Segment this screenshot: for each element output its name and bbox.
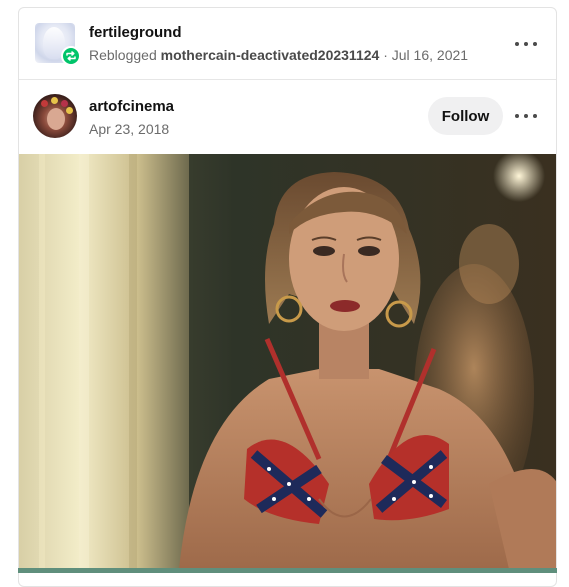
author-username[interactable]: artofcinema	[89, 98, 174, 115]
reblog-meta: Reblogged mothercain-deactivated20231124…	[89, 47, 468, 63]
author-avatar[interactable]	[33, 94, 77, 138]
reblog-icon	[61, 46, 81, 66]
more-options-icon[interactable]	[515, 112, 537, 120]
meta-separator: ·	[383, 47, 388, 63]
post-header: artofcinema Apr 23, 2018 Follow	[19, 80, 556, 154]
reblog-header: fertileground Reblogged mothercain-deact…	[19, 8, 556, 80]
reblog-date[interactable]: Jul 16, 2021	[392, 47, 468, 63]
reblogged-prefix: Reblogged	[89, 47, 157, 63]
reblogged-from-link[interactable]: mothercain-deactivated20231124	[161, 47, 380, 63]
reblogger-username[interactable]: fertileground	[89, 24, 182, 41]
post-card: fertileground Reblogged mothercain-deact…	[18, 7, 557, 587]
post-photo[interactable]	[19, 154, 556, 569]
bottom-accent-bar	[18, 568, 557, 573]
more-options-icon[interactable]	[515, 40, 537, 48]
post-date[interactable]: Apr 23, 2018	[89, 121, 169, 137]
follow-button[interactable]: Follow	[428, 97, 503, 135]
